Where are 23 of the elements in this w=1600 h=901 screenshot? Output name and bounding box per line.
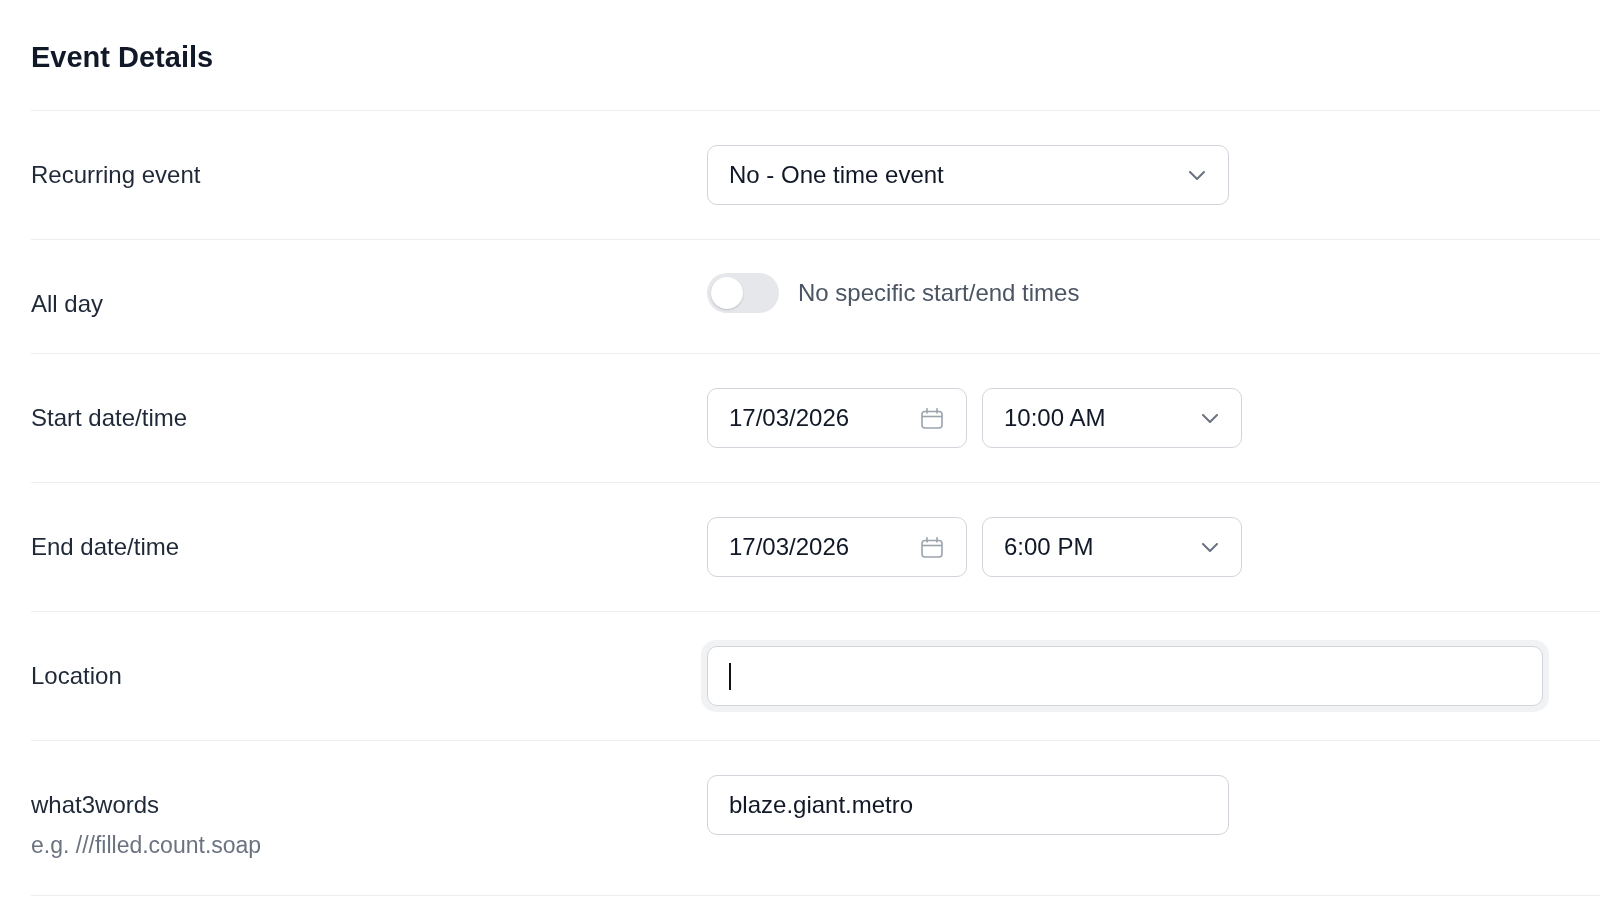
toggle-caption: No specific start/end times xyxy=(798,278,1080,308)
calendar-icon xyxy=(921,536,943,558)
field-label: Recurring event xyxy=(31,160,201,190)
section-title: Event Details xyxy=(31,40,215,75)
text-field[interactable] xyxy=(701,640,1549,712)
text-field[interactable]: blaze.giant.metro xyxy=(707,775,1229,835)
field-label: All day xyxy=(31,289,104,319)
toggle-switch[interactable] xyxy=(707,273,779,313)
field-label: End date/time xyxy=(31,532,180,562)
time-select[interactable]: 10:00 AM xyxy=(982,388,1242,448)
field-label: Start date/time xyxy=(31,403,188,433)
date-field[interactable]: 17/03/2026 xyxy=(707,388,967,448)
select-field[interactable]: No - One time event xyxy=(707,145,1229,205)
text-cursor xyxy=(729,662,731,690)
date-field[interactable]: 17/03/2026 xyxy=(707,517,967,577)
field-hint: e.g. ///filled.count.soap xyxy=(31,832,262,858)
time-select[interactable]: 6:00 PM xyxy=(982,517,1242,577)
calendar-icon xyxy=(921,407,943,429)
chevron-down-icon xyxy=(1202,542,1218,552)
chevron-down-icon xyxy=(1189,170,1205,180)
chevron-down-icon xyxy=(1202,413,1218,423)
field-label: Location xyxy=(31,661,122,691)
field-label: what3words xyxy=(31,790,160,820)
